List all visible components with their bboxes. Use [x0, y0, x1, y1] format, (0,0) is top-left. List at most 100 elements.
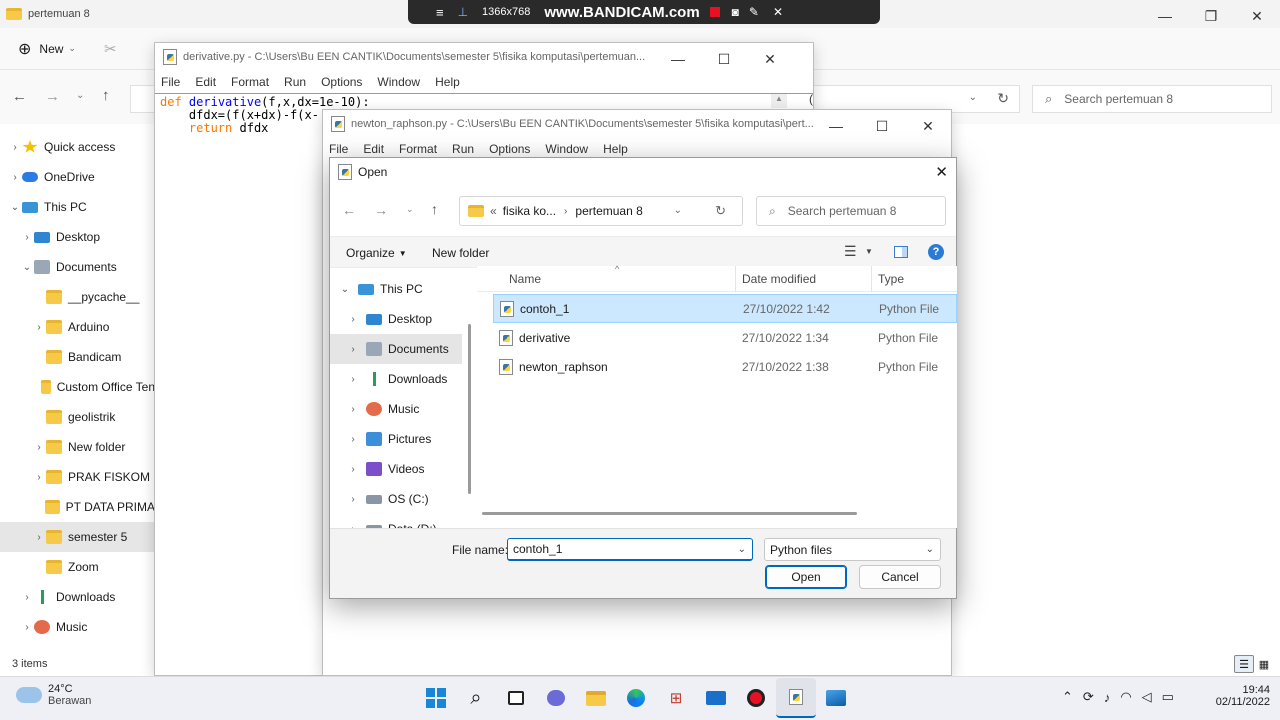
tree-item[interactable]: › Pictures [330, 424, 462, 454]
refresh-icon[interactable]: ↻ [997, 90, 1009, 107]
chat-icon[interactable] [536, 678, 576, 718]
view-dropdown-icon[interactable]: ▼ [865, 247, 873, 256]
forward-icon[interactable]: → [374, 202, 388, 218]
pencil-icon[interactable]: ✎ [749, 5, 759, 19]
up-icon[interactable]: ↑ [102, 87, 110, 104]
tree-item[interactable]: › Desktop [330, 304, 462, 334]
file-name-input[interactable]: contoh_1 ⌄ [507, 538, 753, 561]
nav-item[interactable]: › New folder [0, 432, 155, 462]
nav-item[interactable]: Bandicam [0, 342, 155, 372]
record-stop-icon[interactable] [709, 7, 720, 17]
nav-item[interactable]: › PRAK FISKOM [0, 462, 155, 492]
search-icon[interactable]: ⌕ [456, 678, 496, 718]
menu-item[interactable]: Run [284, 75, 306, 89]
tree-item[interactable]: › Downloads [330, 364, 462, 394]
nav-item[interactable]: geolistrik [0, 402, 155, 432]
expand-chevron-icon[interactable]: › [346, 494, 360, 505]
expand-chevron-icon[interactable]: › [32, 322, 46, 333]
gift-icon[interactable]: ⊞ [656, 678, 696, 718]
close-button[interactable]: ✕ [905, 110, 951, 142]
menu-item[interactable]: Help [603, 142, 628, 156]
back-icon[interactable]: ← [342, 202, 356, 218]
file-type-dropdown-icon[interactable]: ⌄ [926, 544, 934, 555]
dialog-address-bar[interactable]: « fisika ko... › pertemuan 8 ⌄ ↻ [459, 196, 743, 226]
preview-pane-icon[interactable] [894, 246, 908, 258]
python-idle-icon[interactable] [776, 678, 816, 718]
minimize-button[interactable]: — [655, 43, 701, 75]
expand-chevron-icon[interactable]: › [8, 172, 22, 183]
expand-chevron-icon[interactable]: ⌄ [8, 202, 22, 213]
open-button[interactable]: Open [765, 565, 847, 589]
breadcrumb-parent[interactable]: fisika ko... [503, 204, 556, 218]
breadcrumb-overflow[interactable]: « [490, 204, 497, 218]
wifi-icon[interactable]: ◠ [1120, 689, 1131, 705]
task-view-icon[interactable] [496, 678, 536, 718]
expand-chevron-icon[interactable]: › [346, 404, 360, 415]
refresh-icon[interactable]: ↻ [715, 203, 726, 219]
tree-item[interactable]: ›Data (D:) [330, 514, 462, 528]
tree-scrollbar[interactable] [468, 324, 471, 494]
expand-chevron-icon[interactable]: › [346, 464, 360, 475]
tree-item[interactable]: ⌄ This PC [330, 274, 462, 304]
mail-icon[interactable] [696, 678, 736, 718]
breadcrumb-current[interactable]: pertemuan 8 [575, 204, 642, 218]
dialog-search-box[interactable]: ⌕ Search pertemuan 8 [756, 196, 946, 226]
expand-chevron-icon[interactable]: › [32, 532, 46, 543]
recent-chevron-icon[interactable]: ⌄ [76, 90, 84, 101]
menu-item[interactable]: Options [489, 142, 530, 156]
nav-item[interactable]: PT DATA PRIMA [0, 492, 155, 522]
menu-item[interactable]: Format [231, 75, 269, 89]
horizontal-scrollbar[interactable] [482, 512, 857, 515]
nav-item[interactable]: ⌄ Documents [0, 252, 155, 282]
column-divider[interactable] [735, 266, 736, 292]
expand-chevron-icon[interactable]: › [32, 472, 46, 483]
menu-item[interactable]: Window [377, 75, 420, 89]
menu-icon[interactable]: ≡ [436, 5, 444, 20]
menu-item[interactable]: Options [321, 75, 362, 89]
maximize-button[interactable]: ☐ [859, 110, 905, 142]
recent-chevron-icon[interactable]: ⌄ [406, 204, 414, 215]
menu-item[interactable]: File [329, 142, 348, 156]
column-type[interactable]: Type [878, 272, 904, 286]
nav-item[interactable]: Zoom [0, 552, 155, 582]
file-row[interactable]: newton_raphson 27/10/2022 1:38 Python File [493, 352, 957, 381]
close-icon[interactable]: ✕ [773, 5, 783, 19]
file-name-dropdown-icon[interactable]: ⌄ [738, 544, 746, 555]
pin-icon[interactable]: ⊥ [458, 5, 468, 19]
expand-chevron-icon[interactable]: › [20, 592, 34, 603]
explorer-search-box[interactable]: ⌕ Search pertemuan 8 [1032, 85, 1272, 113]
expand-chevron-icon[interactable]: › [346, 374, 360, 385]
file-row[interactable]: derivative 27/10/2022 1:34 Python File [493, 323, 957, 352]
nav-item[interactable]: › Music [0, 612, 155, 642]
forward-icon[interactable]: → [45, 88, 60, 105]
menu-item[interactable]: Edit [195, 75, 216, 89]
organize-button[interactable]: Organize ▼ [346, 246, 407, 260]
photos-icon[interactable] [816, 678, 856, 718]
expand-chevron-icon[interactable]: › [346, 344, 360, 355]
maximize-button[interactable]: ☐ [701, 43, 747, 75]
tree-item[interactable]: › Documents [330, 334, 462, 364]
nav-item[interactable]: Custom Office Ten [0, 372, 155, 402]
up-icon[interactable]: ↑ [431, 201, 438, 217]
sync-icon[interactable]: ⟳ [1083, 689, 1094, 705]
back-icon[interactable]: ← [12, 88, 27, 105]
help-icon[interactable]: ? [928, 244, 944, 260]
expand-chevron-icon[interactable]: › [32, 442, 46, 453]
menu-item[interactable]: Edit [363, 142, 384, 156]
tree-item[interactable]: › OS (C:) [330, 484, 462, 514]
nav-item[interactable]: › Quick access [0, 132, 155, 162]
file-type-select[interactable]: Python files ⌄ [764, 538, 941, 561]
file-explorer-icon[interactable] [576, 678, 616, 718]
nav-item[interactable]: › Arduino [0, 312, 155, 342]
menu-item[interactable]: Run [452, 142, 474, 156]
clock[interactable]: 19:44 02/11/2022 [1216, 684, 1270, 708]
cancel-button[interactable]: Cancel [859, 565, 941, 589]
new-folder-button[interactable]: New folder [432, 246, 489, 260]
battery-icon[interactable]: ▭ [1162, 689, 1174, 705]
menu-item[interactable]: Help [435, 75, 460, 89]
nav-item[interactable]: › Desktop [0, 222, 155, 252]
expand-chevron-icon[interactable]: ⌄ [20, 262, 34, 273]
microphone-icon[interactable]: ♪ [1104, 690, 1111, 705]
expand-chevron-icon[interactable]: › [8, 142, 22, 153]
edge-icon[interactable] [616, 678, 656, 718]
